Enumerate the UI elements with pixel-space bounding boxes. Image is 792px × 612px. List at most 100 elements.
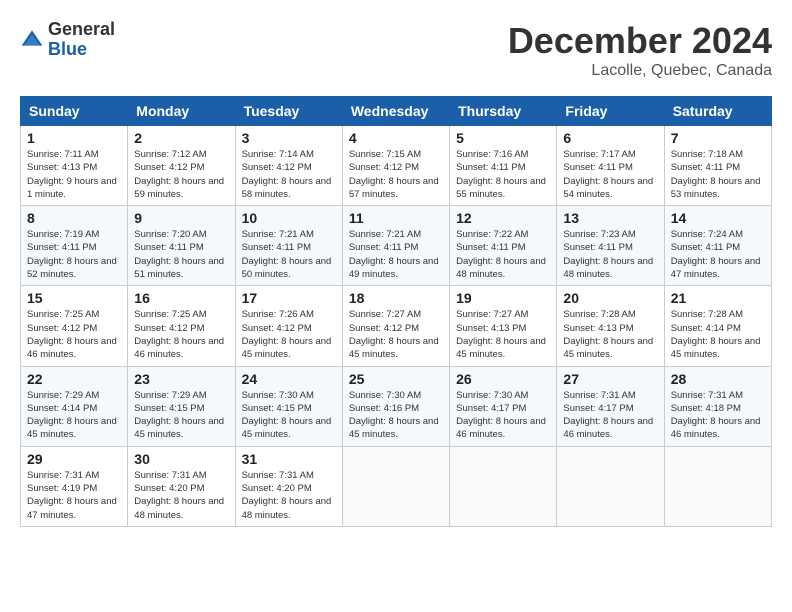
day-info: Sunrise: 7:16 AMSunset: 4:11 PMDaylight:… <box>456 148 550 201</box>
day-number: 6 <box>563 130 657 146</box>
day-number: 31 <box>242 451 336 467</box>
day-info: Sunrise: 7:31 AMSunset: 4:18 PMDaylight:… <box>671 389 765 442</box>
calendar-cell: 8 Sunrise: 7:19 AMSunset: 4:11 PMDaylight… <box>21 206 128 286</box>
calendar-week-row: 15Sunrise: 7:25 AMSunset: 4:12 PMDayligh… <box>21 286 772 366</box>
day-info: Sunrise: 7:31 AMSunset: 4:20 PMDaylight:… <box>242 469 336 522</box>
page-header: General Blue December 2024 Lacolle, Queb… <box>20 20 772 80</box>
calendar-cell: 9 Sunrise: 7:20 AMSunset: 4:11 PMDaylight… <box>128 206 235 286</box>
calendar-cell: 21 Sunrise: 7:28 AMSunset: 4:14 PMDayligh… <box>664 286 771 366</box>
day-info: Sunrise: 7:11 AMSunset: 4:13 PMDaylight:… <box>27 148 121 201</box>
day-number: 12 <box>456 210 550 226</box>
calendar-cell: 7 Sunrise: 7:18 AMSunset: 4:11 PMDaylight… <box>664 126 771 206</box>
day-info: Sunrise: 7:19 AMSunset: 4:11 PMDaylight:… <box>27 228 121 281</box>
calendar-cell: 4 Sunrise: 7:15 AMSunset: 4:12 PMDaylight… <box>342 126 449 206</box>
day-info: Sunrise: 7:28 AMSunset: 4:13 PMDaylight:… <box>563 308 657 361</box>
day-info: Sunrise: 7:30 AMSunset: 4:16 PMDaylight:… <box>349 389 443 442</box>
day-info: Sunrise: 7:30 AMSunset: 4:15 PMDaylight:… <box>242 389 336 442</box>
calendar-week-row: 29 Sunrise: 7:31 AMSunset: 4:19 PMDayligh… <box>21 446 772 526</box>
calendar-cell: 26 Sunrise: 7:30 AMSunset: 4:17 PMDayligh… <box>450 366 557 446</box>
day-number: 14 <box>671 210 765 226</box>
logo-icon <box>20 28 44 52</box>
day-number: 19 <box>456 290 550 306</box>
logo-text: General Blue <box>48 20 115 60</box>
day-number: 30 <box>134 451 228 467</box>
calendar-cell: 1Sunrise: 7:11 AMSunset: 4:13 PMDaylight… <box>21 126 128 206</box>
calendar-cell: 3 Sunrise: 7:14 AMSunset: 4:12 PMDaylight… <box>235 126 342 206</box>
day-number: 4 <box>349 130 443 146</box>
month-title: December 2024 <box>508 20 772 62</box>
day-info: Sunrise: 7:29 AMSunset: 4:15 PMDaylight:… <box>134 389 228 442</box>
calendar-cell: 2Sunrise: 7:12 AMSunset: 4:12 PMDaylight… <box>128 126 235 206</box>
day-number: 3 <box>242 130 336 146</box>
calendar-week-row: 1Sunrise: 7:11 AMSunset: 4:13 PMDaylight… <box>21 126 772 206</box>
day-number: 5 <box>456 130 550 146</box>
calendar-cell: 25 Sunrise: 7:30 AMSunset: 4:16 PMDayligh… <box>342 366 449 446</box>
day-info: Sunrise: 7:18 AMSunset: 4:11 PMDaylight:… <box>671 148 765 201</box>
day-number: 7 <box>671 130 765 146</box>
logo: General Blue <box>20 20 115 60</box>
day-info: Sunrise: 7:31 AMSunset: 4:20 PMDaylight:… <box>134 469 228 522</box>
calendar-cell: 27 Sunrise: 7:31 AMSunset: 4:17 PMDayligh… <box>557 366 664 446</box>
calendar-cell: 12 Sunrise: 7:22 AMSunset: 4:11 PMDayligh… <box>450 206 557 286</box>
calendar-cell: 14 Sunrise: 7:24 AMSunset: 4:11 PMDayligh… <box>664 206 771 286</box>
day-info: Sunrise: 7:24 AMSunset: 4:11 PMDaylight:… <box>671 228 765 281</box>
day-number: 23 <box>134 371 228 387</box>
day-info: Sunrise: 7:15 AMSunset: 4:12 PMDaylight:… <box>349 148 443 201</box>
day-number: 21 <box>671 290 765 306</box>
day-info: Sunrise: 7:28 AMSunset: 4:14 PMDaylight:… <box>671 308 765 361</box>
calendar-cell: 28 Sunrise: 7:31 AMSunset: 4:18 PMDayligh… <box>664 366 771 446</box>
day-number: 13 <box>563 210 657 226</box>
weekday-header-sunday: Sunday <box>21 97 128 126</box>
calendar-table: SundayMondayTuesdayWednesdayThursdayFrid… <box>20 96 772 527</box>
calendar-cell <box>557 446 664 526</box>
day-info: Sunrise: 7:31 AMSunset: 4:19 PMDaylight:… <box>27 469 121 522</box>
day-info: Sunrise: 7:22 AMSunset: 4:11 PMDaylight:… <box>456 228 550 281</box>
weekday-header-monday: Monday <box>128 97 235 126</box>
weekday-header-thursday: Thursday <box>450 97 557 126</box>
calendar-header-row: SundayMondayTuesdayWednesdayThursdayFrid… <box>21 97 772 126</box>
weekday-header-friday: Friday <box>557 97 664 126</box>
title-block: December 2024 Lacolle, Quebec, Canada <box>508 20 772 80</box>
day-info: Sunrise: 7:30 AMSunset: 4:17 PMDaylight:… <box>456 389 550 442</box>
day-info: Sunrise: 7:14 AMSunset: 4:12 PMDaylight:… <box>242 148 336 201</box>
day-number: 18 <box>349 290 443 306</box>
day-number: 17 <box>242 290 336 306</box>
calendar-cell: 24 Sunrise: 7:30 AMSunset: 4:15 PMDayligh… <box>235 366 342 446</box>
day-number: 16 <box>134 290 228 306</box>
location-subtitle: Lacolle, Quebec, Canada <box>508 62 772 80</box>
calendar-cell <box>450 446 557 526</box>
day-number: 26 <box>456 371 550 387</box>
calendar-cell: 19 Sunrise: 7:27 AMSunset: 4:13 PMDayligh… <box>450 286 557 366</box>
day-number: 11 <box>349 210 443 226</box>
calendar-cell: 20 Sunrise: 7:28 AMSunset: 4:13 PMDayligh… <box>557 286 664 366</box>
calendar-cell: 5 Sunrise: 7:16 AMSunset: 4:11 PMDaylight… <box>450 126 557 206</box>
calendar-cell: 29 Sunrise: 7:31 AMSunset: 4:19 PMDayligh… <box>21 446 128 526</box>
day-info: Sunrise: 7:27 AMSunset: 4:12 PMDaylight:… <box>349 308 443 361</box>
calendar-cell: 16 Sunrise: 7:25 AMSunset: 4:12 PMDayligh… <box>128 286 235 366</box>
day-number: 8 <box>27 210 121 226</box>
logo-general-text: General <box>48 20 115 40</box>
day-number: 9 <box>134 210 228 226</box>
calendar-cell: 30 Sunrise: 7:31 AMSunset: 4:20 PMDayligh… <box>128 446 235 526</box>
day-info: Sunrise: 7:20 AMSunset: 4:11 PMDaylight:… <box>134 228 228 281</box>
day-number: 24 <box>242 371 336 387</box>
day-info: Sunrise: 7:25 AMSunset: 4:12 PMDaylight:… <box>134 308 228 361</box>
day-info: Sunrise: 7:31 AMSunset: 4:17 PMDaylight:… <box>563 389 657 442</box>
day-number: 27 <box>563 371 657 387</box>
day-info: Sunrise: 7:29 AMSunset: 4:14 PMDaylight:… <box>27 389 121 442</box>
calendar-cell: 11 Sunrise: 7:21 AMSunset: 4:11 PMDayligh… <box>342 206 449 286</box>
calendar-cell: 10Sunrise: 7:21 AMSunset: 4:11 PMDayligh… <box>235 206 342 286</box>
day-number: 29 <box>27 451 121 467</box>
day-info: Sunrise: 7:27 AMSunset: 4:13 PMDaylight:… <box>456 308 550 361</box>
day-info: Sunrise: 7:21 AMSunset: 4:11 PMDaylight:… <box>242 228 336 281</box>
day-number: 20 <box>563 290 657 306</box>
day-number: 28 <box>671 371 765 387</box>
day-info: Sunrise: 7:21 AMSunset: 4:11 PMDaylight:… <box>349 228 443 281</box>
calendar-cell: 23 Sunrise: 7:29 AMSunset: 4:15 PMDayligh… <box>128 366 235 446</box>
calendar-cell: 22Sunrise: 7:29 AMSunset: 4:14 PMDayligh… <box>21 366 128 446</box>
weekday-header-wednesday: Wednesday <box>342 97 449 126</box>
calendar-cell: 13Sunrise: 7:23 AMSunset: 4:11 PMDayligh… <box>557 206 664 286</box>
calendar-cell: 17Sunrise: 7:26 AMSunset: 4:12 PMDayligh… <box>235 286 342 366</box>
weekday-header-tuesday: Tuesday <box>235 97 342 126</box>
day-number: 25 <box>349 371 443 387</box>
